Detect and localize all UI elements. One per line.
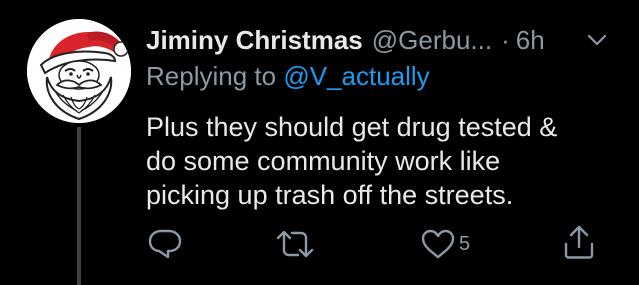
tweet: Jiminy Christmas @Gerbu... · 6h Replying…: [0, 0, 639, 285]
replying-to-mention[interactable]: @V_actually: [283, 61, 429, 91]
thread-line: [77, 127, 81, 285]
replying-to: Replying to @V_actually: [146, 59, 430, 93]
heart-icon[interactable]: [421, 228, 455, 260]
separator-dot: ·: [501, 25, 510, 55]
timestamp[interactable]: 6h: [516, 22, 545, 58]
retweet-icon[interactable]: [275, 228, 315, 260]
santa-claus-avatar-icon: [27, 19, 131, 123]
tweet-header: Jiminy Christmas @Gerbu... · 6h: [146, 22, 545, 58]
reply-icon[interactable]: [148, 228, 182, 260]
like-count: 5: [459, 233, 471, 255]
display-name[interactable]: Jiminy Christmas: [146, 22, 363, 58]
avatar[interactable]: [27, 19, 131, 123]
tweet-body-line: picking up trash off the streets.: [146, 180, 514, 210]
tweet-body-line: do some community work like: [146, 146, 501, 176]
tweet-body: Plus they should get drug tested & do so…: [146, 110, 626, 212]
share-icon[interactable]: [563, 224, 595, 260]
chevron-down-icon[interactable]: [585, 30, 609, 50]
tweet-body-line: Plus they should get drug tested &: [146, 112, 558, 142]
replying-to-label: Replying to: [146, 61, 277, 91]
user-handle[interactable]: @Gerbu...: [372, 22, 492, 58]
